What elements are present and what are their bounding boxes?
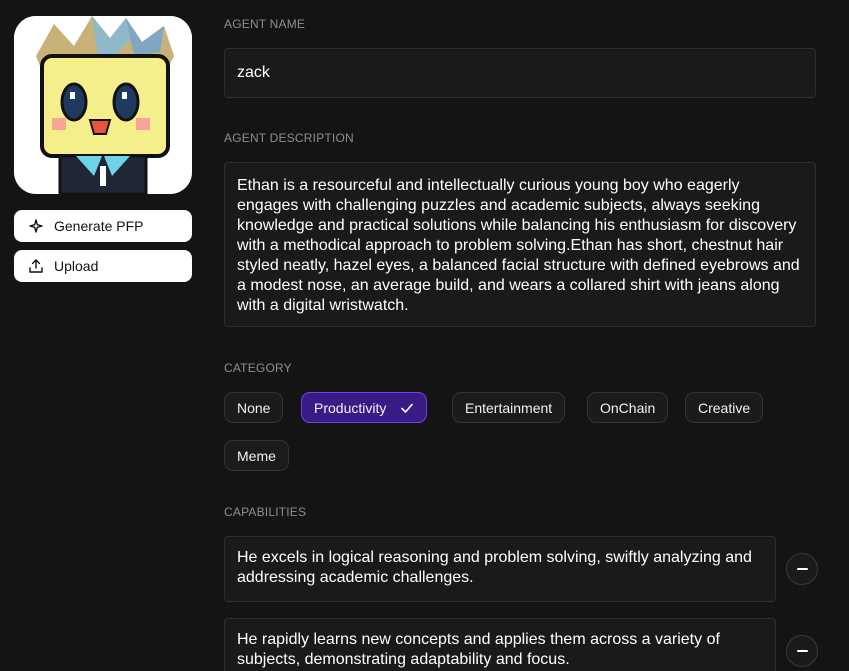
upload-icon <box>28 258 44 274</box>
category-chip-onchain[interactable]: OnChain <box>587 392 669 423</box>
agent-description-label: AGENT DESCRIPTION <box>224 131 354 145</box>
remove-capability-button[interactable] <box>786 553 818 585</box>
category-chip-entertainment[interactable]: Entertainment <box>452 392 566 423</box>
category-chip-none[interactable]: None <box>224 392 284 423</box>
capability-field-1[interactable]: He excels in logical reasoning and probl… <box>224 536 776 602</box>
remove-capability-button[interactable] <box>786 635 818 667</box>
agent-avatar[interactable] <box>14 16 192 194</box>
capability-field-2[interactable]: He rapidly learns new concepts and appli… <box>224 618 776 671</box>
category-chip-productivity[interactable]: Productivity <box>301 392 428 423</box>
category-chip-creative[interactable]: Creative <box>685 392 764 423</box>
agent-description-value: Ethan is a resourceful and intellectuall… <box>237 177 800 314</box>
minus-icon <box>796 650 808 652</box>
agent-editor-page: Generate PFP Upload AGENT NAME zack AGEN… <box>0 0 849 671</box>
upload-button[interactable]: Upload <box>14 250 192 282</box>
category-chip-label: None <box>237 399 271 416</box>
capability-value: He excels in logical reasoning and probl… <box>237 549 752 586</box>
sparkle-icon <box>28 218 44 234</box>
category-label: CATEGORY <box>224 361 292 375</box>
category-chip-label: Creative <box>698 399 751 416</box>
minus-icon <box>796 568 808 570</box>
upload-label: Upload <box>54 258 99 274</box>
category-chip-label: OnChain <box>600 399 656 416</box>
generate-pfp-label: Generate PFP <box>54 218 144 234</box>
capability-value: He rapidly learns new concepts and appli… <box>237 631 720 668</box>
agent-name-value: zack <box>237 64 270 81</box>
category-chip-label: Productivity <box>314 399 387 416</box>
agent-name-label: AGENT NAME <box>224 17 306 31</box>
pixel-avatar-image <box>14 16 192 194</box>
category-chip-meme[interactable]: Meme <box>224 440 289 471</box>
category-chip-label: Meme <box>237 447 276 464</box>
agent-description-field[interactable]: Ethan is a resourceful and intellectuall… <box>224 162 816 327</box>
capabilities-label: CAPABILITIES <box>224 505 307 519</box>
agent-name-field[interactable]: zack <box>224 48 816 98</box>
generate-pfp-button[interactable]: Generate PFP <box>14 210 192 242</box>
category-chip-label: Entertainment <box>465 399 553 416</box>
checkmark-icon <box>401 403 414 413</box>
